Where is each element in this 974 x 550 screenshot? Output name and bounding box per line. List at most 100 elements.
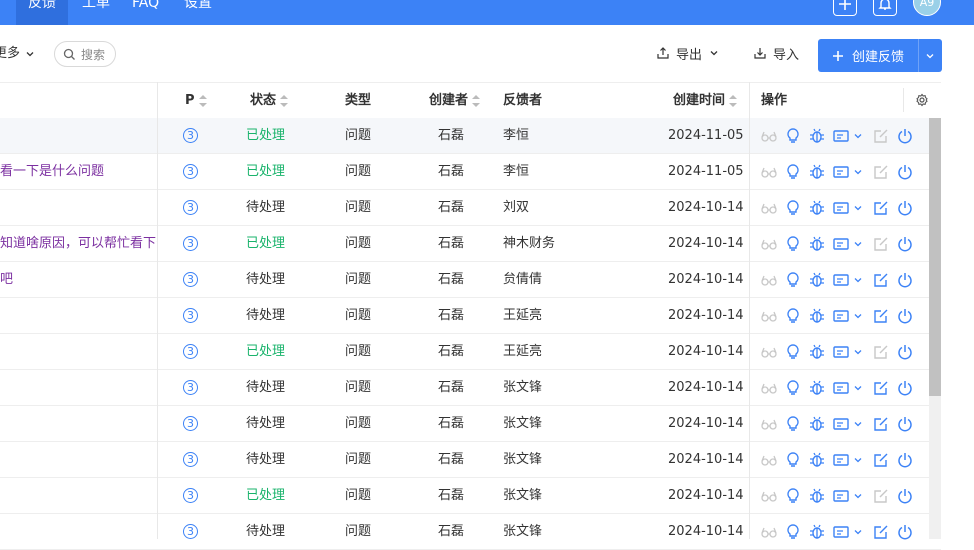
feedback-title[interactable] (0, 190, 157, 225)
power-icon[interactable] (896, 271, 914, 289)
bug-icon[interactable] (808, 451, 826, 469)
sort-icon[interactable] (280, 95, 289, 107)
nav-tab-faq[interactable]: FAQ (132, 0, 159, 25)
table-row[interactable]: 看一下是什么问题 3 已处理 问题 石磊 李恒 2024-11-05 (0, 154, 941, 190)
table-row[interactable]: 3 待处理 问题 石磊 王延亮 2024-10-14 (0, 298, 941, 334)
glasses-icon[interactable] (760, 199, 778, 217)
lightbulb-icon[interactable] (784, 235, 802, 253)
edit-icon[interactable] (872, 523, 890, 541)
more-dropdown[interactable]: 更多 (0, 45, 36, 63)
edit-icon[interactable] (872, 127, 890, 145)
chevron-down-icon[interactable] (852, 310, 864, 322)
chevron-down-icon[interactable] (852, 418, 864, 430)
ticket-icon[interactable] (832, 343, 850, 361)
bug-icon[interactable] (808, 127, 826, 145)
feedback-title[interactable] (0, 406, 157, 441)
lightbulb-icon[interactable] (784, 415, 802, 433)
column-settings-button[interactable] (915, 93, 929, 111)
nav-tab-feedback[interactable]: 反馈 (16, 0, 68, 25)
edit-icon[interactable] (872, 343, 890, 361)
bug-icon[interactable] (808, 523, 826, 541)
chevron-down-icon[interactable] (852, 238, 864, 250)
ticket-icon[interactable] (832, 199, 850, 217)
edit-icon[interactable] (872, 379, 890, 397)
lightbulb-icon[interactable] (784, 127, 802, 145)
table-row[interactable]: 吧 3 待处理 问题 石磊 贠倩倩 2024-10-14 (0, 262, 941, 298)
edit-icon[interactable] (872, 163, 890, 181)
glasses-icon[interactable] (760, 451, 778, 469)
bug-icon[interactable] (808, 199, 826, 217)
column-header-creator[interactable]: 创建者 (429, 83, 481, 119)
ticket-icon[interactable] (832, 523, 850, 541)
add-button[interactable] (833, 0, 857, 16)
lightbulb-icon[interactable] (784, 271, 802, 289)
bug-icon[interactable] (808, 343, 826, 361)
chevron-down-icon[interactable] (852, 166, 864, 178)
column-header-status[interactable]: 状态 (250, 83, 289, 119)
ticket-icon[interactable] (832, 271, 850, 289)
create-feedback-button[interactable]: 创建反馈 (818, 39, 942, 72)
column-header-created-at[interactable]: 创建时间 (673, 83, 738, 119)
power-icon[interactable] (896, 235, 914, 253)
import-button[interactable]: 导入 (753, 43, 799, 63)
feedback-title[interactable] (0, 442, 157, 477)
scrollbar-thumb[interactable] (929, 118, 941, 396)
bug-icon[interactable] (808, 235, 826, 253)
table-row[interactable]: 3 待处理 问题 石磊 张文锋 2024-10-14 (0, 442, 941, 478)
table-row[interactable]: 3 待处理 问题 石磊 张文锋 2024-10-14 (0, 514, 941, 550)
lightbulb-icon[interactable] (784, 451, 802, 469)
lightbulb-icon[interactable] (784, 379, 802, 397)
glasses-icon[interactable] (760, 523, 778, 541)
sort-icon[interactable] (198, 95, 207, 107)
bug-icon[interactable] (808, 379, 826, 397)
glasses-icon[interactable] (760, 235, 778, 253)
table-row[interactable]: 3 待处理 问题 石磊 张文锋 2024-10-14 (0, 370, 941, 406)
table-row[interactable]: 3 已处理 问题 石磊 王延亮 2024-10-14 (0, 334, 941, 370)
glasses-icon[interactable] (760, 127, 778, 145)
chevron-down-icon[interactable] (852, 490, 864, 502)
ticket-icon[interactable] (832, 451, 850, 469)
table-row[interactable]: 3 待处理 问题 石磊 刘双 2024-10-14 (0, 190, 941, 226)
feedback-title[interactable]: 看一下是什么问题 (0, 154, 157, 189)
power-icon[interactable] (896, 199, 914, 217)
power-icon[interactable] (896, 343, 914, 361)
ticket-icon[interactable] (832, 487, 850, 505)
bug-icon[interactable] (808, 271, 826, 289)
bug-icon[interactable] (808, 163, 826, 181)
lightbulb-icon[interactable] (784, 343, 802, 361)
nav-tab-settings[interactable]: 设置 (184, 0, 212, 25)
export-button[interactable]: 导出 (656, 43, 720, 63)
table-row[interactable]: 知道啥原因，可以帮忙看下么 3 已处理 问题 石磊 神木财务 2024-10-14 (0, 226, 941, 262)
chevron-down-icon[interactable] (852, 130, 864, 142)
chevron-down-icon[interactable] (852, 454, 864, 466)
glasses-icon[interactable] (760, 271, 778, 289)
table-row[interactable]: 3 已处理 问题 石磊 张文锋 2024-10-14 (0, 478, 941, 514)
power-icon[interactable] (896, 415, 914, 433)
ticket-icon[interactable] (832, 163, 850, 181)
chevron-down-icon[interactable] (924, 50, 936, 62)
feedback-title[interactable] (0, 334, 157, 369)
power-icon[interactable] (896, 163, 914, 181)
glasses-icon[interactable] (760, 415, 778, 433)
chevron-down-icon[interactable] (852, 526, 864, 538)
power-icon[interactable] (896, 127, 914, 145)
edit-icon[interactable] (872, 271, 890, 289)
feedback-title[interactable]: 吧 (0, 262, 157, 297)
table-row[interactable]: 3 待处理 问题 石磊 张文锋 2024-10-14 (0, 406, 941, 442)
ticket-icon[interactable] (832, 415, 850, 433)
ticket-icon[interactable] (832, 127, 850, 145)
table-row[interactable]: 3 已处理 问题 石磊 李恒 2024-11-05 (0, 118, 941, 154)
lightbulb-icon[interactable] (784, 307, 802, 325)
edit-icon[interactable] (872, 451, 890, 469)
glasses-icon[interactable] (760, 379, 778, 397)
power-icon[interactable] (896, 379, 914, 397)
lightbulb-icon[interactable] (784, 487, 802, 505)
glasses-icon[interactable] (760, 163, 778, 181)
power-icon[interactable] (896, 487, 914, 505)
lightbulb-icon[interactable] (784, 523, 802, 541)
ticket-icon[interactable] (832, 307, 850, 325)
bug-icon[interactable] (808, 487, 826, 505)
lightbulb-icon[interactable] (784, 163, 802, 181)
edit-icon[interactable] (872, 199, 890, 217)
edit-icon[interactable] (872, 235, 890, 253)
